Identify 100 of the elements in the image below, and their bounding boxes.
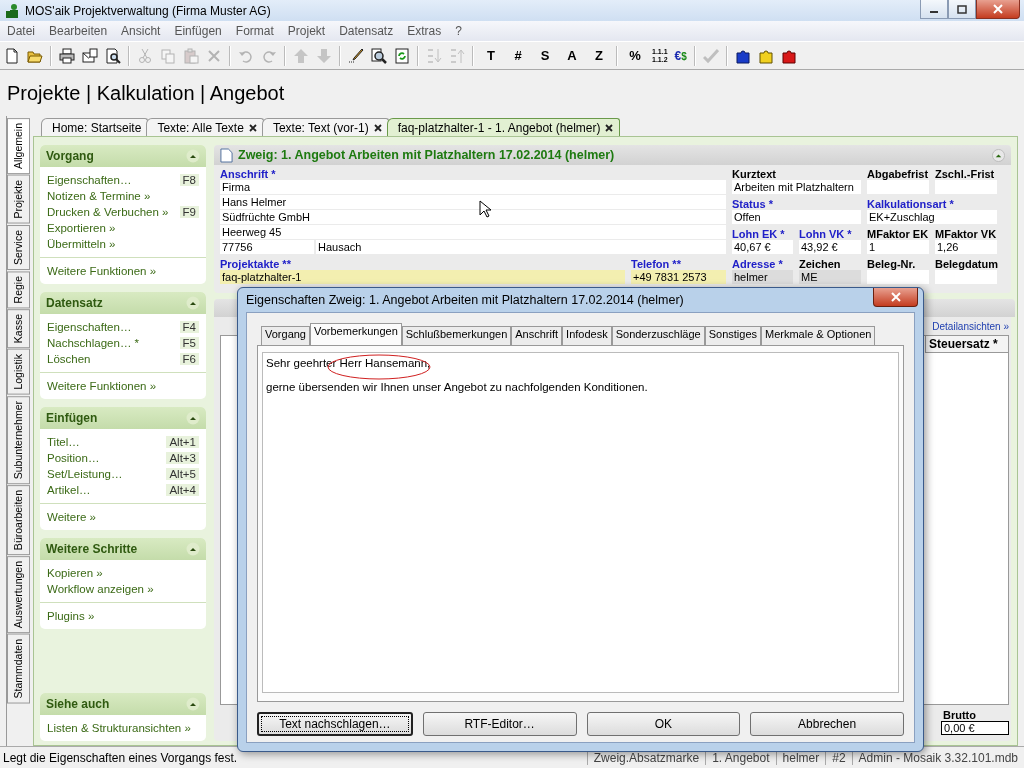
zip-field[interactable]: 77756	[220, 240, 314, 254]
dialog-tab[interactable]: Vorgang	[261, 326, 310, 345]
side-tab[interactable]: Allgemein	[7, 118, 30, 175]
pane-link[interactable]: Position…	[47, 452, 100, 464]
dialog-tab[interactable]: Merkmale & Optionen	[761, 326, 876, 345]
pane-link[interactable]: Löschen	[47, 353, 91, 365]
pane-link[interactable]: Set/Leistung…	[47, 468, 123, 480]
dialog-button[interactable]: Abbrechen	[750, 712, 904, 736]
printer-icon[interactable]	[59, 47, 75, 64]
dialog-tab[interactable]: Vorbemerkungen	[310, 323, 402, 345]
menu-item[interactable]: ?	[448, 24, 469, 38]
input-field[interactable]: 1,26	[935, 240, 997, 254]
side-tab[interactable]: Auswertungen	[7, 556, 30, 634]
input-field[interactable]: helmer	[732, 270, 793, 284]
refresh-icon[interactable]	[394, 47, 410, 64]
collapse-icon[interactable]	[186, 542, 200, 556]
dialog-tab[interactable]: Schlußbemerkungen	[401, 326, 512, 345]
dialog-tab[interactable]: Infodesk	[562, 326, 612, 345]
input-field[interactable]: 43,92 €	[799, 240, 861, 254]
close-icon[interactable]	[605, 123, 614, 132]
menu-item[interactable]: Projekt	[280, 24, 333, 38]
toolbar-button[interactable]: Z	[591, 48, 607, 63]
address-field[interactable]: Heerweg 45	[220, 225, 726, 239]
pane-link[interactable]: Eigenschaften…	[47, 174, 132, 186]
close-button[interactable]	[873, 288, 918, 307]
pane-link[interactable]: Übermitteln »	[47, 238, 116, 250]
pane-link[interactable]: Weitere Funktionen »	[47, 380, 157, 392]
menu-item[interactable]: Ansicht	[114, 24, 168, 38]
input-field[interactable]	[867, 270, 929, 284]
input-field[interactable]: 40,67 €	[732, 240, 793, 254]
address-field[interactable]: Südfrüchte GmbH	[220, 210, 726, 224]
pane-link[interactable]: Weitere Funktionen »	[47, 265, 157, 277]
dialog-tab[interactable]: Sonderzuschläge	[611, 326, 705, 345]
magnifier-icon[interactable]	[371, 47, 387, 64]
collapse-icon[interactable]	[186, 697, 200, 711]
dialog-tab[interactable]: Anschrift	[511, 326, 563, 345]
pane-link[interactable]: Eigenschaften…	[47, 321, 132, 333]
menu-item[interactable]: Einfügen	[167, 24, 229, 38]
menu-item[interactable]: Datei	[0, 24, 42, 38]
side-tab[interactable]: Stammdaten	[7, 634, 30, 704]
toolbar-button[interactable]: €$	[674, 48, 687, 63]
collapse-icon[interactable]	[186, 411, 200, 425]
close-icon[interactable]	[373, 123, 382, 132]
toolbar-button[interactable]: A	[564, 48, 580, 63]
menu-item[interactable]: Datensatz	[332, 24, 401, 38]
toolbar-button[interactable]: #	[510, 48, 526, 63]
pane-link[interactable]: Drucken & Verbuchen »	[47, 206, 169, 218]
pane-link[interactable]: Kopieren »	[47, 567, 103, 579]
input-field[interactable]: faq-platzhalter-1	[220, 270, 625, 284]
pane-link[interactable]: Plugins »	[47, 610, 95, 622]
toolbar-button[interactable]: T	[483, 48, 499, 63]
input-field[interactable]: Offen	[732, 210, 861, 224]
input-field[interactable]: 1	[867, 240, 929, 254]
maximize-button[interactable]	[948, 0, 976, 19]
dialog-button[interactable]: RTF-Editor…	[422, 712, 577, 736]
address-field[interactable]: Firma	[220, 180, 726, 194]
dialog-button[interactable]: Text nachschlagen…	[257, 712, 413, 736]
input-field[interactable]: ME	[799, 270, 861, 284]
close-button[interactable]	[976, 0, 1020, 19]
side-tab[interactable]: Subunternehmer	[7, 395, 30, 485]
minimize-button[interactable]	[920, 0, 948, 19]
side-tab[interactable]: Logistik	[7, 349, 30, 395]
print-preview-icon[interactable]	[105, 47, 121, 64]
puzzle-piece-icon[interactable]	[780, 47, 797, 64]
pen-icon[interactable]	[348, 47, 364, 64]
document-tab[interactable]: Texte: Text (vor-1)	[261, 118, 389, 136]
envelope-icon[interactable]	[82, 47, 98, 64]
document-tab[interactable]: Texte: Alle Texte	[146, 118, 264, 136]
pane-link[interactable]: Listen & Strukturansichten »	[47, 722, 191, 734]
input-field[interactable]: EK+Zuschlag	[867, 210, 997, 224]
collapse-icon[interactable]	[186, 296, 200, 310]
document-tab[interactable]: faq-platzhalter-1 - 1. Angebot (helmer)	[386, 118, 621, 136]
pane-link[interactable]: Artikel…	[47, 484, 91, 496]
collapse-icon[interactable]	[186, 149, 200, 163]
menu-item[interactable]: Format	[228, 24, 281, 38]
toolbar-button[interactable]: %	[627, 48, 643, 63]
input-field[interactable]: +49 7831 2573	[631, 270, 726, 284]
menu-item[interactable]: Bearbeiten	[42, 24, 115, 38]
pane-link[interactable]: Exportieren »	[47, 222, 116, 234]
side-tab[interactable]: Regie	[7, 270, 30, 309]
side-tab[interactable]: Projekte	[7, 175, 30, 224]
pane-link[interactable]: Nachschlagen… *	[47, 337, 140, 349]
address-field[interactable]: Hans Helmer	[220, 195, 726, 209]
document-tab[interactable]: Home: Startseite	[41, 118, 149, 136]
side-tab[interactable]: Büroarbeiten	[7, 485, 30, 556]
pane-link[interactable]: Notizen & Termine »	[47, 190, 151, 202]
new-document-icon[interactable]	[4, 47, 20, 64]
city-field[interactable]: Hausach	[316, 240, 726, 254]
pane-link[interactable]: Titel…	[47, 436, 80, 448]
dialog-tab[interactable]: Sonstiges	[704, 326, 761, 345]
side-tab[interactable]: Kasse	[7, 309, 30, 349]
pane-link[interactable]: Workflow anzeigen »	[47, 583, 154, 595]
puzzle-piece-icon[interactable]	[734, 47, 751, 64]
close-icon[interactable]	[248, 123, 257, 132]
dialog-button[interactable]: OK	[586, 712, 741, 736]
details-link[interactable]: Detailansichten »	[932, 320, 1009, 332]
side-tab[interactable]: Service	[7, 224, 30, 270]
toolbar-button[interactable]: S	[537, 48, 553, 63]
pane-link[interactable]: Weitere »	[47, 511, 96, 523]
input-field[interactable]: Arbeiten mit Platzhaltern	[732, 180, 861, 194]
